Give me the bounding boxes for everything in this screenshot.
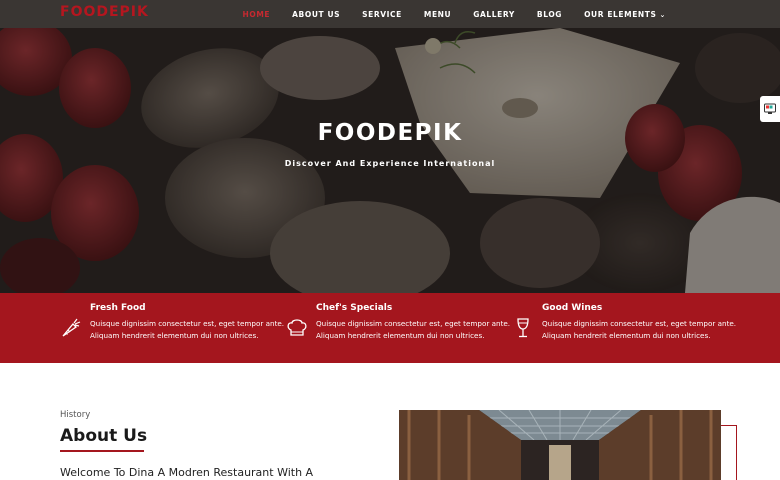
monitor-icon — [764, 103, 776, 114]
nav-label: GALLERY — [473, 9, 515, 19]
feature-title: Good Wines — [542, 303, 603, 313]
nav-item-home[interactable]: HOME — [243, 10, 271, 19]
feature-chefs-specials: Chef's Specials Quisque dignissim consec… — [287, 303, 516, 341]
feature-text: Quisque dignissim consectetur est, eget … — [316, 319, 511, 340]
hero-banner: FOODEPIK Discover And Experience Interna… — [0, 28, 780, 293]
nav-item-about-us[interactable]: ABOUT US — [292, 10, 340, 19]
wine-glass-icon — [517, 318, 529, 338]
nav-item-service[interactable]: SERVICE — [362, 10, 402, 19]
about-heading: About Us — [60, 426, 148, 446]
nav-item-our-elements[interactable]: OUR ELEMENTS ⌄ — [584, 10, 666, 19]
feature-text: Quisque dignissim consectetur est, eget … — [90, 319, 285, 340]
site-logo[interactable]: FOODEPIK — [60, 4, 149, 20]
feature-title: Chef's Specials — [316, 303, 393, 313]
carrot-icon — [62, 318, 81, 337]
feature-text: Quisque dignissim consectetur est, eget … — [542, 319, 737, 340]
feature-good-wines: Good Wines Quisque dignissim consectetur… — [517, 303, 742, 341]
feature-title: Fresh Food — [90, 303, 146, 313]
nav-label: MENU — [423, 9, 452, 19]
heading-underline — [60, 450, 144, 452]
feature-fresh-food: Fresh Food Quisque dignissim consectetur… — [62, 303, 290, 341]
chevron-down-icon: ⌄ — [659, 10, 666, 19]
nav-label: OUR ELEMENTS — [584, 9, 657, 19]
restaurant-interior-photo — [399, 410, 721, 480]
nav-label: HOME — [242, 9, 271, 19]
restaurant-interior-image — [399, 410, 721, 480]
nav-label: BLOG — [536, 9, 563, 19]
nav-item-gallery[interactable]: GALLERY — [473, 10, 515, 19]
about-welcome-text: Welcome To Dina A Modren Restaurant With… — [60, 466, 314, 479]
about-eyebrow: History — [60, 410, 91, 420]
main-nav: HOME ABOUT US SERVICE MENU GALLERY BLOG … — [221, 0, 667, 28]
top-navbar: FOODEPIK HOME ABOUT US SERVICE MENU GALL… — [0, 0, 780, 28]
nav-label: SERVICE — [362, 9, 402, 19]
side-widget-button[interactable] — [760, 96, 780, 122]
features-bar: Fresh Food Quisque dignissim consectetur… — [0, 293, 780, 363]
nav-label: ABOUT US — [292, 9, 341, 19]
chef-hat-icon — [287, 319, 307, 336]
nav-item-menu[interactable]: MENU — [424, 10, 451, 19]
hero-subtitle: Discover And Experience International — [284, 159, 496, 168]
hero-title: FOODEPIK — [317, 120, 463, 146]
nav-item-blog[interactable]: BLOG — [537, 10, 562, 19]
